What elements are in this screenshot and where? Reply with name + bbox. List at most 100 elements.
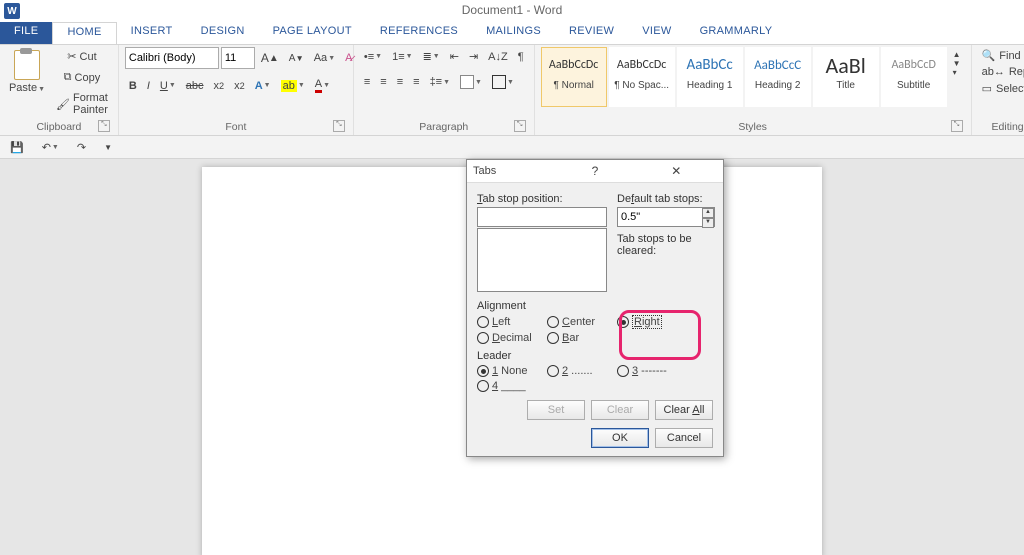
tab-file[interactable]: FILE xyxy=(0,22,52,44)
brush-icon: 🖌 xyxy=(56,98,70,111)
font-launcher[interactable]: ⤡ xyxy=(333,120,345,132)
word-app-icon: W xyxy=(4,3,20,19)
leader-1-radio[interactable]: 1 None xyxy=(477,365,547,377)
styles-more-button[interactable]: ▲▼▾ xyxy=(949,47,965,80)
align-right-button[interactable]: ≡ xyxy=(393,73,407,91)
strikethrough-button[interactable]: abc xyxy=(182,77,208,95)
tab-references[interactable]: REFERENCES xyxy=(366,22,472,44)
customize-qat-button[interactable]: ▼ xyxy=(100,140,116,155)
multilevel-button[interactable]: ≣▼ xyxy=(419,47,444,66)
borders-button[interactable]: ▼ xyxy=(488,72,518,92)
alignment-center-radio[interactable]: Center xyxy=(547,315,617,329)
highlight-button[interactable]: ab▼ xyxy=(277,77,309,95)
grow-font-button[interactable]: A▲ xyxy=(257,48,283,68)
change-case-button[interactable]: Aa▼ xyxy=(310,49,339,67)
group-clipboard-label: Clipboard⤡ xyxy=(6,120,112,134)
cancel-button[interactable]: Cancel xyxy=(655,428,713,448)
paragraph-launcher[interactable]: ⤡ xyxy=(514,120,526,132)
clipboard-launcher[interactable]: ⤡ xyxy=(98,120,110,132)
alignment-right-radio[interactable]: Right xyxy=(617,315,687,329)
leader-3-radio[interactable]: 3 ------- xyxy=(617,365,687,377)
line-spacing-button[interactable]: ‡≡▼ xyxy=(426,73,454,91)
tab-grammarly[interactable]: GRAMMARLY xyxy=(686,22,787,44)
tab-design[interactable]: DESIGN xyxy=(187,22,259,44)
select-icon: ▭ xyxy=(982,82,992,95)
increase-indent-button[interactable]: ⇥ xyxy=(465,47,482,66)
group-font-label: Font⤡ xyxy=(125,120,347,134)
document-title: Document1 - Word xyxy=(462,3,562,17)
copy-icon: ⧉ xyxy=(64,71,72,84)
tab-home[interactable]: HOME xyxy=(52,22,116,44)
style-title[interactable]: AaBlTitle xyxy=(813,47,879,107)
ribbon: Paste▼ ✂ Cut ⧉ Copy 🖌 Format Painter Cli… xyxy=(0,45,1024,136)
replace-button[interactable]: ab↔Replace xyxy=(978,64,1024,80)
justify-button[interactable]: ≡ xyxy=(409,73,423,91)
tabs-dialog: Tabs ? ✕ TTab stop position:ab stop posi… xyxy=(466,159,724,457)
bold-button[interactable]: B xyxy=(125,77,141,95)
clear-button[interactable]: Clear xyxy=(591,400,649,420)
tab-mailings[interactable]: MAILINGS xyxy=(472,22,555,44)
leader-2-radio[interactable]: 2 ....... xyxy=(547,365,617,377)
font-family-select[interactable] xyxy=(125,47,219,69)
save-button[interactable]: 💾 xyxy=(6,138,28,157)
tab-stop-position-label: TTab stop position:ab stop position: xyxy=(477,193,607,205)
underline-button[interactable]: U▼ xyxy=(156,77,180,95)
spin-down-button[interactable]: ▼ xyxy=(702,218,714,228)
alignment-bar-radio[interactable]: Bar xyxy=(547,332,617,344)
select-button[interactable]: ▭Select▼ xyxy=(978,80,1024,97)
styles-launcher[interactable]: ⤡ xyxy=(951,120,963,132)
ribbon-tabs: FILE HOME INSERT DESIGN PAGE LAYOUT REFE… xyxy=(0,22,1024,45)
set-button[interactable]: Set xyxy=(527,400,585,420)
shrink-font-button[interactable]: A▼ xyxy=(285,50,308,67)
shading-button[interactable]: ▼ xyxy=(456,72,486,92)
alignment-decimal-radio[interactable]: Decimal xyxy=(477,332,547,344)
find-button[interactable]: 🔍Find▼ xyxy=(978,47,1024,64)
tab-view[interactable]: VIEW xyxy=(628,22,685,44)
dialog-title: Tabs xyxy=(473,165,554,177)
align-center-button[interactable]: ≡ xyxy=(376,73,390,91)
tab-review[interactable]: REVIEW xyxy=(555,22,628,44)
alignment-group-label: Alignment xyxy=(477,300,713,312)
style-subtitle[interactable]: AaBbCcDSubtitle xyxy=(881,47,947,107)
alignment-left-radio[interactable]: Left xyxy=(477,315,547,329)
dialog-close-button[interactable]: ✕ xyxy=(636,164,717,178)
font-size-select[interactable] xyxy=(221,47,255,69)
format-painter-button[interactable]: 🖌 Format Painter xyxy=(52,89,112,119)
style-normal[interactable]: AaBbCcDc¶ Normal xyxy=(541,47,607,107)
font-color-button[interactable]: A▼ xyxy=(311,75,334,96)
clear-all-button[interactable]: Clear All xyxy=(655,400,713,420)
ok-button[interactable]: OK xyxy=(591,428,649,448)
tab-insert[interactable]: INSERT xyxy=(117,22,187,44)
cut-button[interactable]: ✂ Cut xyxy=(52,47,112,66)
copy-button[interactable]: ⧉ Copy xyxy=(52,68,112,87)
text-effects-button[interactable]: A▼ xyxy=(251,77,275,95)
group-styles-label: Styles⤡ xyxy=(541,120,965,134)
show-marks-button[interactable]: ¶ xyxy=(514,48,528,66)
align-left-button[interactable]: ≡ xyxy=(360,73,374,91)
sort-button[interactable]: A↓Z xyxy=(484,48,512,66)
group-editing-label: Editing xyxy=(978,120,1024,134)
default-tab-stops-label: Default tab stops: xyxy=(617,193,715,205)
style-nospac[interactable]: AaBbCcDc¶ No Spac... xyxy=(609,47,675,107)
style-heading1[interactable]: AaBbCcHeading 1 xyxy=(677,47,743,107)
to-be-cleared-label: Tab stops to be cleared: xyxy=(617,233,715,257)
superscript-button[interactable]: x2 xyxy=(230,77,249,95)
subscript-button[interactable]: x2 xyxy=(210,77,229,95)
italic-button[interactable]: I xyxy=(143,77,154,95)
spin-up-button[interactable]: ▲ xyxy=(702,208,714,218)
default-tab-stops-input[interactable] xyxy=(617,207,715,227)
numbering-button[interactable]: 1≡▼ xyxy=(388,48,416,66)
bullets-button[interactable]: •≡▼ xyxy=(360,48,386,66)
style-heading2[interactable]: AaBbCcCHeading 2 xyxy=(745,47,811,107)
redo-button[interactable]: ↷ xyxy=(73,138,90,157)
tab-page-layout[interactable]: PAGE LAYOUT xyxy=(259,22,366,44)
group-paragraph-label: Paragraph⤡ xyxy=(360,120,528,134)
decrease-indent-button[interactable]: ⇤ xyxy=(446,47,463,66)
replace-icon: ab↔ xyxy=(982,66,1005,78)
paste-button[interactable]: Paste▼ xyxy=(6,47,48,97)
tab-stop-list[interactable] xyxy=(477,228,607,292)
tab-stop-position-input[interactable] xyxy=(477,207,607,227)
dialog-help-button[interactable]: ? xyxy=(554,164,635,178)
undo-button[interactable]: ↶▼ xyxy=(38,138,63,157)
leader-4-radio[interactable]: 4 ____ xyxy=(477,380,547,392)
